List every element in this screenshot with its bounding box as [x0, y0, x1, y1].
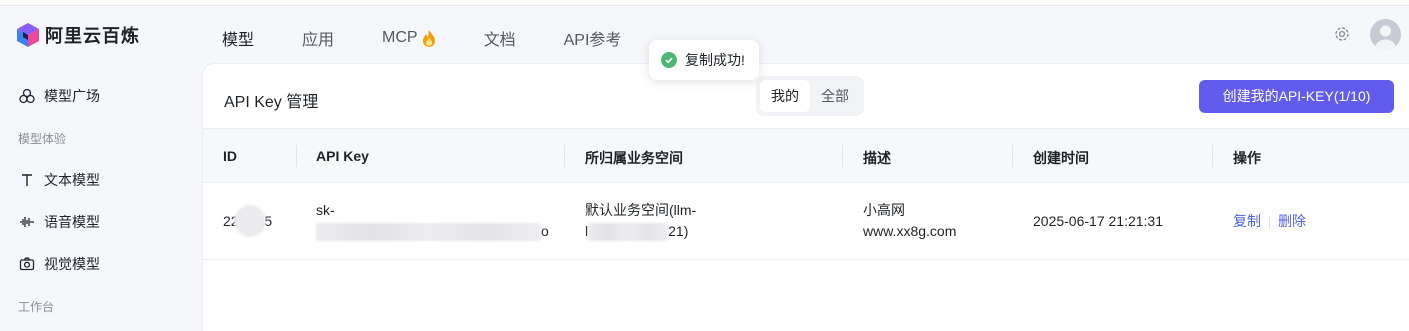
cloud-cube-icon: [19, 88, 35, 104]
column-divider: [1012, 145, 1013, 167]
nav-item-mcp-label: MCP: [382, 29, 418, 46]
description-line2: www.xx8g.com: [863, 223, 957, 239]
create-api-key-button[interactable]: 创建我的API-KEY(1/10): [1199, 80, 1394, 113]
nav-item-docs[interactable]: 文档: [484, 26, 516, 50]
user-silhouette-icon: [1375, 25, 1396, 50]
workspace-line1: 默认业务空间(llm-: [585, 202, 697, 218]
column-header-api-key: API Key: [316, 148, 369, 164]
ownership-filter: 我的 全部: [756, 76, 864, 116]
settings-gear-icon[interactable]: [1333, 25, 1351, 43]
sidebar-item-label: 文本模型: [44, 172, 100, 188]
copy-key-link[interactable]: 复制: [1233, 213, 1261, 229]
filter-all-tab[interactable]: 全部: [810, 80, 860, 112]
cell-api-key[interactable]: sk- o: [316, 200, 549, 242]
bailian-logo-icon: [17, 23, 39, 47]
top-nav: 模型 应用 MCP 文档 API参考: [222, 26, 669, 50]
success-toast: 复制成功!: [649, 40, 759, 80]
check-circle-icon: [661, 52, 677, 68]
description-line1: 小高网: [863, 202, 905, 218]
column-divider: [842, 145, 843, 167]
redaction-mask: [588, 223, 669, 242]
sidebar-group-workbench: 工作台: [18, 300, 55, 314]
nav-item-models[interactable]: 模型: [222, 26, 254, 50]
waveform-icon: [20, 217, 34, 227]
toast-message: 复制成功!: [685, 52, 745, 68]
cell-actions: 复制 删除: [1233, 211, 1306, 232]
column-divider: [1212, 145, 1213, 167]
cell-created-time: 2025-06-17 21:21:31: [1033, 213, 1163, 229]
column-header-description: 描述: [863, 150, 891, 166]
camera-icon: [19, 257, 35, 271]
action-divider: [1269, 215, 1270, 229]
sidebar-item-voice-model[interactable]: 语音模型: [19, 212, 100, 232]
redaction-mask: [234, 205, 266, 237]
page-title: API Key 管理: [224, 94, 319, 111]
column-header-id: ID: [223, 148, 237, 164]
nav-item-api-reference[interactable]: API参考: [564, 26, 622, 50]
redaction-mask: [316, 223, 541, 242]
cell-workspace: 默认业务空间(llm- l 21): [585, 200, 696, 242]
sidebar-item-label: 模型广场: [44, 88, 100, 104]
column-header-workspace: 所归属业务空间: [585, 150, 683, 166]
sidebar-item-label: 语音模型: [44, 214, 100, 230]
user-avatar[interactable]: [1370, 19, 1401, 50]
sidebar-group-experience: 模型体验: [18, 132, 67, 146]
column-header-actions: 操作: [1233, 150, 1261, 166]
nav-item-apps[interactable]: 应用: [302, 26, 334, 50]
table-header: ID API Key 所归属业务空间 描述 创建时间 操作: [203, 128, 1409, 183]
table-row: 2225 sk- o 默认业务空间(llm- l21) 小高网 www.xx8g…: [203, 183, 1409, 260]
fire-icon: [422, 29, 435, 47]
sidebar-item-vision-model[interactable]: 视觉模型: [19, 254, 100, 274]
delete-key-link[interactable]: 删除: [1278, 213, 1306, 229]
api-key-panel: API Key 管理 我的 全部 创建我的API-KEY(1/10) ID AP…: [202, 63, 1409, 331]
top-border: [0, 0, 1409, 6]
brand-name: 阿里云百炼: [45, 26, 140, 46]
cell-description: 小高网 www.xx8g.com: [863, 200, 956, 242]
workspace-line2-suffix: 21): [668, 223, 689, 239]
column-divider: [564, 145, 565, 167]
brand-logo[interactable]: 阿里云百炼: [17, 22, 140, 48]
filter-mine-tab[interactable]: 我的: [760, 80, 810, 112]
sidebar-item-text-model[interactable]: 文本模型: [19, 170, 100, 190]
api-key-tail: o: [541, 223, 549, 239]
nav-item-mcp[interactable]: MCP: [382, 26, 436, 50]
sidebar-item-label: 视觉模型: [44, 256, 100, 272]
api-key-prefix: sk-: [316, 202, 335, 218]
sidebar-item-model-square[interactable]: 模型广场: [19, 86, 100, 106]
text-t-icon: [22, 174, 32, 186]
column-header-created: 创建时间: [1033, 150, 1089, 166]
column-divider: [296, 145, 297, 167]
